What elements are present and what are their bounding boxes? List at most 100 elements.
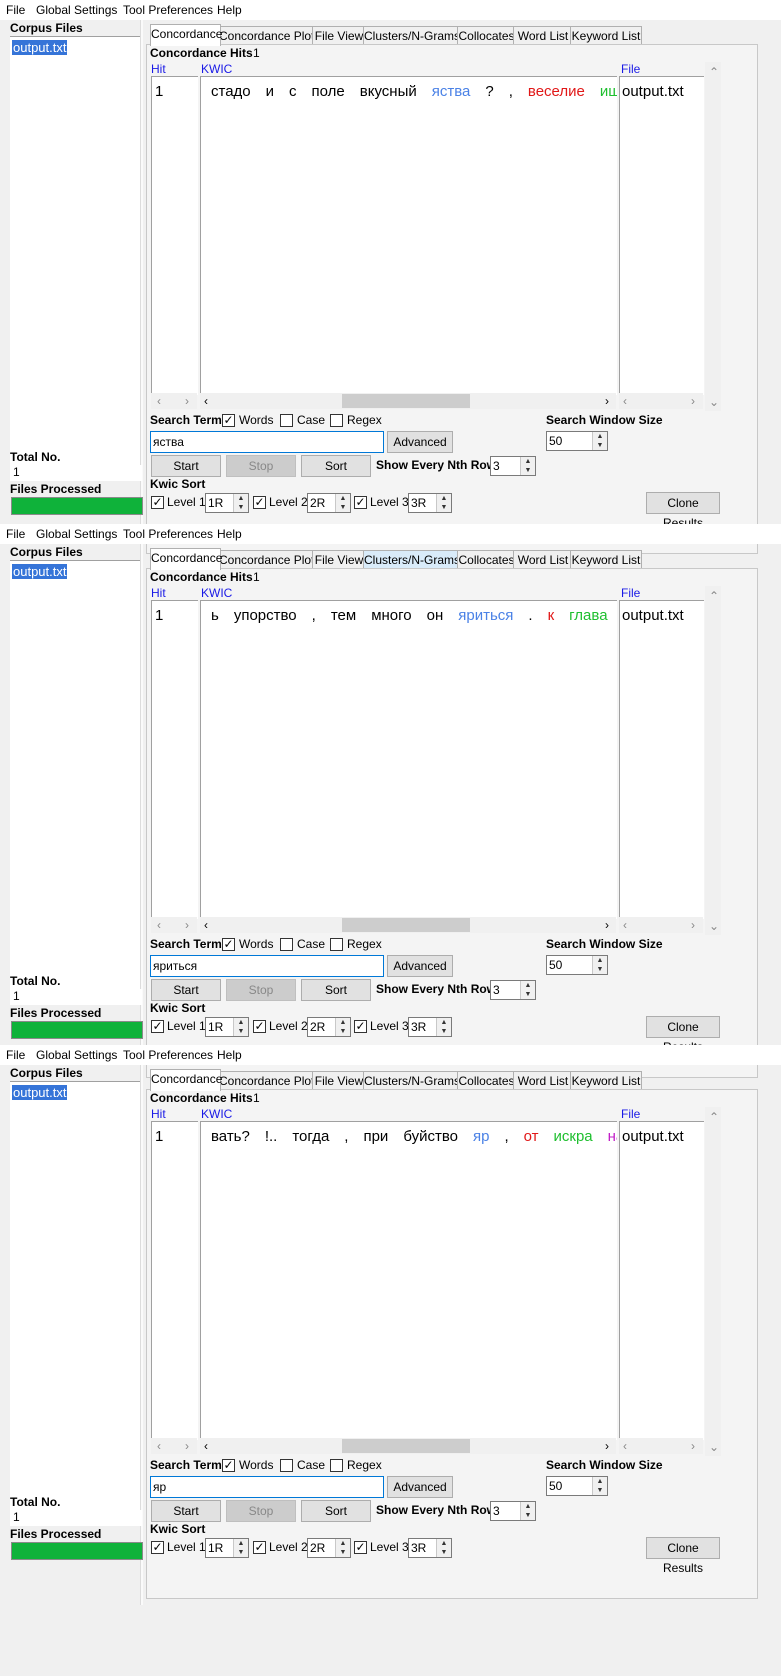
file-pane[interactable]: output.txt [619,76,704,395]
scroll-up-arrow[interactable]: ⌃ [709,1110,719,1124]
corpus-file-item[interactable]: output.txt [12,40,68,55]
hit-scroll-left[interactable]: ‹ [157,1439,161,1453]
tab-clusters-n-grams[interactable]: Clusters/N-Grams [363,26,460,45]
spin-buttons-icon[interactable]: ▲ ▼ [592,432,607,450]
level3-checkbox[interactable]: ✓ [354,1541,367,1554]
level3-spinner[interactable]: 3R ▲ ▼ [408,1017,452,1037]
file-pane[interactable]: output.txt [619,600,704,919]
start-button[interactable]: Start [151,455,221,477]
spin-buttons-icon[interactable]: ▲ ▼ [233,494,248,512]
tab-collocates[interactable]: Collocates [457,550,516,569]
search-window-size-spinner[interactable]: 50 ▲ ▼ [546,955,608,975]
tab-word-list[interactable]: Word List [513,26,573,45]
spin-buttons-icon[interactable]: ▲ ▼ [335,1539,350,1557]
level3-spinner[interactable]: 3R ▲ ▼ [408,1538,452,1558]
spin-buttons-icon[interactable]: ▲ ▼ [520,981,535,999]
vertical-scrollbar[interactable] [705,1107,721,1456]
tab-concordance-plot[interactable]: Concordance Plot [218,1071,315,1090]
tab-word-list[interactable]: Word List [513,550,573,569]
menu-file[interactable]: File [6,527,25,541]
corpus-file-list[interactable]: output.txt [10,36,142,471]
kwic-pane[interactable]: ьупорство,теммногооняриться.кглаваконьск… [200,600,617,919]
kwic-scroll-left[interactable]: ‹ [204,1439,208,1453]
regex-checkbox[interactable] [330,938,343,951]
kwic-pane[interactable]: стадоисполевкусныйяства?,веселиеищущийво [200,76,617,395]
menu-file[interactable]: File [6,1048,25,1062]
hit-scroll-left[interactable]: ‹ [157,918,161,932]
spin-buttons-icon[interactable]: ▲ ▼ [436,1018,451,1036]
spin-buttons-icon[interactable]: ▲ ▼ [592,956,607,974]
search-term-input[interactable]: яр [150,1476,384,1498]
nth-row-spinner[interactable]: 3 ▲ ▼ [490,1501,536,1521]
vertical-scrollbar[interactable] [705,586,721,935]
kwic-scroll-thumb[interactable] [342,394,470,408]
hit-column-header[interactable]: Hit [151,586,166,600]
tab-keyword-list[interactable]: Keyword List [570,550,642,569]
scroll-down-arrow[interactable]: ⌄ [709,919,719,933]
file-scroll-right[interactable]: › [691,918,695,932]
stop-button[interactable]: Stop [226,455,296,477]
kwic-scroll-right[interactable]: › [605,394,609,408]
regex-checkbox[interactable] [330,1459,343,1472]
file-column-header[interactable]: File [621,1107,640,1121]
spin-buttons-icon[interactable]: ▲ ▼ [592,1477,607,1495]
kwic-hscrollbar[interactable] [200,1438,616,1454]
kwic-column-header[interactable]: KWIC [201,62,232,76]
tab-concordance-plot[interactable]: Concordance Plot [218,26,315,45]
kwic-scroll-thumb[interactable] [342,1439,470,1453]
tab-clusters-n-grams[interactable]: Clusters/N-Grams [363,1071,460,1090]
case-checkbox[interactable] [280,1459,293,1472]
spin-buttons-icon[interactable]: ▲ ▼ [520,457,535,475]
tab-clusters-n-grams[interactable]: Clusters/N-Grams [363,550,460,569]
clone-results-button[interactable]: Clone Results [646,492,720,530]
spin-buttons-icon[interactable]: ▲ ▼ [436,1539,451,1557]
corpus-file-list[interactable]: output.txt [10,560,142,995]
scroll-up-arrow[interactable]: ⌃ [709,589,719,603]
sort-button[interactable]: Sort [301,455,371,477]
menu-tool-preferences[interactable]: Tool Preferences [123,527,213,541]
file-column-header[interactable]: File [621,586,640,600]
tab-file-view[interactable]: File View [312,1071,366,1090]
tab-file-view[interactable]: File View [312,550,366,569]
kwic-scroll-thumb[interactable] [342,918,470,932]
spin-buttons-icon[interactable]: ▲ ▼ [436,494,451,512]
level3-checkbox[interactable]: ✓ [354,1020,367,1033]
kwic-hscrollbar[interactable] [200,917,616,933]
tab-collocates[interactable]: Collocates [457,1071,516,1090]
menu-tool-preferences[interactable]: Tool Preferences [123,1048,213,1062]
tab-concordance[interactable]: Concordance [150,1069,222,1091]
spin-buttons-icon[interactable]: ▲ ▼ [520,1502,535,1520]
nth-row-spinner[interactable]: 3 ▲ ▼ [490,456,536,476]
level2-checkbox[interactable]: ✓ [253,1541,266,1554]
file-pane[interactable]: output.txt [619,1121,704,1440]
start-button[interactable]: Start [151,979,221,1001]
level1-checkbox[interactable]: ✓ [151,1541,164,1554]
search-term-input[interactable]: яриться [150,955,384,977]
file-scroll-right[interactable]: › [691,1439,695,1453]
spin-buttons-icon[interactable]: ▲ ▼ [233,1018,248,1036]
menu-global-settings[interactable]: Global Settings [36,1048,117,1062]
menu-file[interactable]: File [6,3,25,17]
words-checkbox[interactable]: ✓ [222,938,235,951]
sort-button[interactable]: Sort [301,1500,371,1522]
menu-help[interactable]: Help [217,1048,242,1062]
menu-tool-preferences[interactable]: Tool Preferences [123,3,213,17]
hit-pane[interactable]: 1 [151,1121,198,1440]
search-term-input[interactable]: яства [150,431,384,453]
level1-spinner[interactable]: 1R ▲ ▼ [205,1538,249,1558]
nth-row-spinner[interactable]: 3 ▲ ▼ [490,980,536,1000]
scroll-down-arrow[interactable]: ⌄ [709,1440,719,1454]
level2-spinner[interactable]: 2R ▲ ▼ [307,1017,351,1037]
level2-spinner[interactable]: 2R ▲ ▼ [307,493,351,513]
menu-help[interactable]: Help [217,3,242,17]
menu-global-settings[interactable]: Global Settings [36,3,117,17]
level3-checkbox[interactable]: ✓ [354,496,367,509]
tab-keyword-list[interactable]: Keyword List [570,1071,642,1090]
stop-button[interactable]: Stop [226,979,296,1001]
hit-scroll-right[interactable]: › [185,918,189,932]
level2-spinner[interactable]: 2R ▲ ▼ [307,1538,351,1558]
tab-keyword-list[interactable]: Keyword List [570,26,642,45]
tab-word-list[interactable]: Word List [513,1071,573,1090]
words-checkbox[interactable]: ✓ [222,414,235,427]
file-scroll-left[interactable]: ‹ [623,394,627,408]
